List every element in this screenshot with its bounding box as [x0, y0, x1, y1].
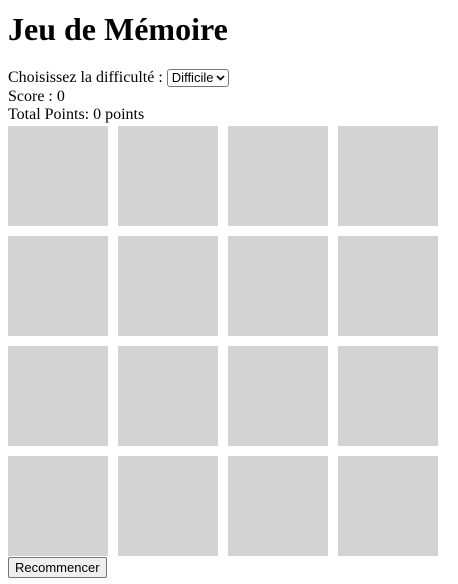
total-points-text: Total Points: 0 points — [8, 106, 145, 123]
memory-card[interactable] — [228, 346, 328, 446]
memory-card[interactable] — [8, 456, 108, 556]
memory-card[interactable] — [118, 346, 218, 446]
difficulty-select[interactable]: Difficile — [166, 69, 230, 87]
memory-card[interactable] — [338, 456, 438, 556]
memory-card[interactable] — [228, 456, 328, 556]
score-text: Score : 0 — [8, 88, 65, 105]
restart-button[interactable]: Recommencer — [8, 557, 107, 578]
memory-card[interactable] — [8, 126, 108, 226]
memory-card[interactable] — [8, 346, 108, 446]
difficulty-selected-value: Difficile — [171, 70, 214, 85]
card-grid — [8, 126, 450, 556]
memory-card[interactable] — [118, 236, 218, 336]
memory-card[interactable] — [338, 126, 438, 226]
memory-card[interactable] — [338, 236, 438, 336]
memory-card[interactable] — [118, 126, 218, 226]
difficulty-row: Choisissez la difficulté : Difficile — [8, 68, 450, 88]
memory-card[interactable] — [338, 346, 438, 446]
memory-card[interactable] — [228, 126, 328, 226]
memory-card[interactable] — [118, 456, 218, 556]
page-title: Jeu de Mémoire — [8, 11, 228, 47]
memory-card[interactable] — [8, 236, 108, 336]
chevron-down-icon — [216, 74, 226, 83]
memory-card[interactable] — [228, 236, 328, 336]
memory-game-page: Jeu de Mémoire Choisissez la difficulté … — [8, 0, 450, 578]
difficulty-label: Choisissez la difficulté : — [8, 69, 163, 86]
